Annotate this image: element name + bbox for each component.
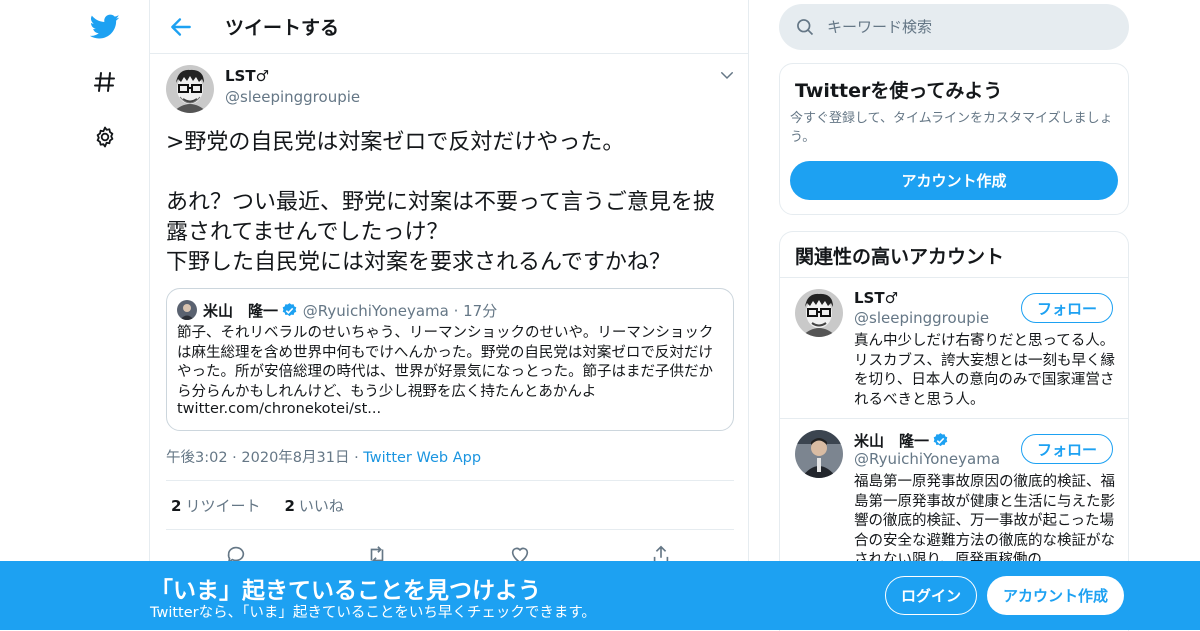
like-count[interactable]: 2 いいね xyxy=(284,495,343,516)
explore-hashtag-icon[interactable] xyxy=(88,65,122,99)
author-avatar[interactable] xyxy=(166,65,214,113)
banner-subtitle: Twitterなら、「いま」起きていることをいち早くチェックできます。 xyxy=(150,605,596,621)
banner-title: 「いま」起きていることを見つけよう xyxy=(150,578,541,604)
tweet-date: 2020年8月31日 xyxy=(241,450,350,466)
account-bio: 真ん中少しだけ右寄りだと思ってる人。リスカブス、誇大妄想とは一刻も早く縁を切り、… xyxy=(854,333,1115,408)
quoted-link[interactable]: twitter.com/chronekotei/st... xyxy=(177,401,381,417)
quoted-author-avatar xyxy=(177,300,197,320)
settings-gear-icon[interactable] xyxy=(88,120,122,154)
signup-card-title: Twitterを使ってみよう xyxy=(795,80,1003,102)
account-avatar[interactable] xyxy=(795,289,843,337)
login-button[interactable]: ログイン xyxy=(885,576,977,615)
quoted-tweet[interactable]: 米山 隆一 @RyuichiYoneyama · 17分 節子、それリベラルのせ… xyxy=(166,288,734,431)
tweet-client-link[interactable]: Twitter Web App xyxy=(363,450,481,466)
signup-card: Twitterを使ってみよう 今すぐ登録して、タイムラインをカスタマイズしましょ… xyxy=(779,63,1129,215)
retweet-count[interactable]: 2 リツイート xyxy=(171,495,260,516)
signup-banner: 「いま」起きていることを見つけよう Twitterなら、「いま」起きていることを… xyxy=(0,561,1200,630)
author-name[interactable]: LST♂ xyxy=(225,67,269,85)
account-handle[interactable]: @sleepinggroupie xyxy=(854,309,989,327)
left-nav xyxy=(0,0,150,630)
search-box xyxy=(779,4,1129,50)
right-sidebar: Twitterを使ってみよう 今すぐ登録して、タイムラインをカスタマイズしましょ… xyxy=(779,0,1129,631)
account-name[interactable]: 米山 隆一 xyxy=(854,432,929,450)
quoted-text: 節子、それリベラルのせいちゃう、リーマンショックのせいや。リーマンショックは麻生… xyxy=(177,325,714,400)
quoted-author-name: 米山 隆一 xyxy=(203,302,279,320)
signup-card-text: 今すぐ登録して、タイムラインをカスタマイズしましょう。 xyxy=(790,111,1113,145)
tweet-metadata: 午後3:02 · 2020年8月31日 · Twitter Web App xyxy=(166,450,482,466)
tweet-time: 午後3:02 xyxy=(166,450,228,466)
author-handle[interactable]: @sleepinggroupie xyxy=(225,88,360,106)
verified-badge-icon xyxy=(281,302,298,319)
follow-button[interactable]: フォロー xyxy=(1021,293,1113,323)
main-column: ツイートする LST♂ @sleepinggroupie >野党の自民党は対案ゼ… xyxy=(149,0,749,630)
twitter-logo-icon[interactable] xyxy=(88,10,122,44)
account-handle[interactable]: @RyuichiYoneyama xyxy=(854,450,1000,468)
quoted-time: 17分 xyxy=(463,302,498,320)
related-accounts-title: 関連性の高いアカウント xyxy=(795,246,1005,268)
follow-button[interactable]: フォロー xyxy=(1021,434,1113,464)
account-bio: 福島第一原発事故原因の徹底的検証、福島第一原発事故が健康と生活に与えた影響の徹底… xyxy=(854,474,1115,568)
back-arrow-icon[interactable] xyxy=(168,14,194,40)
chevron-down-icon[interactable] xyxy=(718,66,736,84)
page-header: ツイートする xyxy=(150,0,748,54)
banner-signup-button[interactable]: アカウント作成 xyxy=(987,576,1124,615)
account-avatar[interactable] xyxy=(795,430,843,478)
tweet-stats: 2 リツイート 2 いいね xyxy=(166,480,734,530)
account-name[interactable]: LST♂ xyxy=(854,289,898,307)
related-account-item[interactable]: LST♂ @sleepinggroupie フォロー 真ん中少しだけ右寄りだと思… xyxy=(780,277,1128,418)
tweet-text: >野党の自民党は対案ゼロで反対だけやった。 あれ？つい最近、野党に対案は不要って… xyxy=(166,130,715,275)
quoted-author-handle: @RyuichiYoneyama xyxy=(302,302,449,320)
create-account-button[interactable]: アカウント作成 xyxy=(790,161,1118,200)
page-title: ツイートする xyxy=(225,17,340,39)
separator-dot: · xyxy=(448,302,464,320)
search-input[interactable] xyxy=(827,15,1107,39)
search-icon xyxy=(795,17,815,37)
verified-badge-icon xyxy=(932,432,949,449)
